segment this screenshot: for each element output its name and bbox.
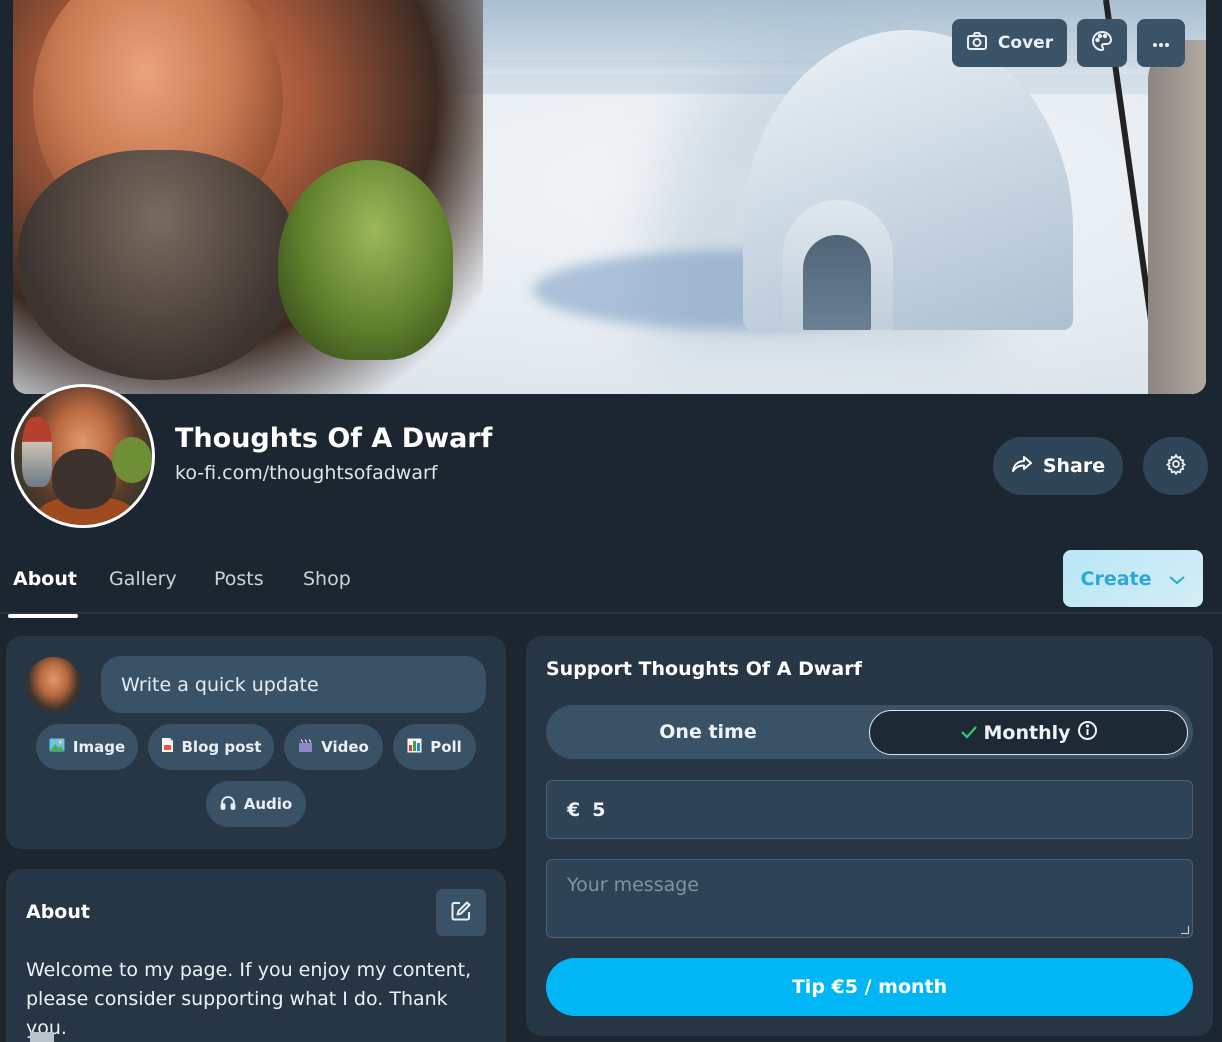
tab-posts[interactable]: Posts (214, 568, 264, 608)
tab-gallery[interactable]: Gallery (109, 568, 177, 608)
tab-shop[interactable]: Shop (303, 568, 351, 608)
quick-update-input[interactable]: Write a quick update (101, 656, 486, 713)
settings-button[interactable] (1143, 437, 1208, 495)
tip-button[interactable]: Tip €5 / month (546, 958, 1193, 1016)
avatar (26, 657, 81, 712)
message-textarea[interactable]: Your message (546, 859, 1193, 938)
add-image-button[interactable]: Image (36, 724, 138, 770)
edit-icon (450, 900, 472, 926)
add-blog-post-button[interactable]: Blog post (148, 724, 274, 770)
amount-input[interactable]: € 5 (546, 780, 1193, 839)
amount-value: 5 (592, 798, 606, 821)
currency-symbol: € (567, 798, 581, 821)
tabs-divider (0, 612, 1222, 614)
chip-label: Video (321, 738, 369, 756)
about-text: Welcome to my page. If you enjoy my cont… (26, 959, 472, 1039)
chip-label: Image (72, 738, 126, 756)
add-poll-button[interactable]: Poll (393, 724, 476, 770)
share-label: Share (1042, 455, 1106, 477)
create-label: Create (1080, 567, 1152, 590)
chevron-down-icon (1168, 568, 1186, 590)
support-title: Support Thoughts Of A Dwarf (546, 658, 862, 680)
more-options-button[interactable] (1137, 19, 1185, 67)
info-icon[interactable] (1077, 720, 1098, 746)
monthly-label: Monthly (983, 721, 1071, 744)
chip-label: Poll (430, 738, 462, 756)
clapperboard-icon (298, 738, 313, 757)
add-video-button[interactable]: Video (284, 724, 383, 770)
check-icon (960, 722, 978, 744)
resize-handle[interactable] (1181, 926, 1189, 934)
more-horizontal-icon (1152, 33, 1170, 53)
tab-about[interactable]: About (13, 568, 77, 608)
gear-icon (1165, 453, 1187, 479)
document-icon (161, 737, 174, 757)
profile-name: Thoughts Of A Dwarf (175, 423, 493, 454)
palette-icon (1091, 30, 1113, 57)
cover-button-label: Cover (997, 33, 1054, 53)
about-title: About (26, 901, 90, 923)
create-button[interactable]: Create (1063, 550, 1203, 607)
profile-url[interactable]: ko-fi.com/thoughtsofadwarf (175, 462, 437, 484)
active-tab-indicator (8, 614, 78, 618)
share-arrow-icon (1011, 455, 1033, 478)
theme-button[interactable] (1077, 19, 1127, 67)
change-cover-button[interactable]: Cover (952, 19, 1067, 67)
one-time-option[interactable]: One time (546, 705, 870, 759)
headphones-icon (220, 795, 236, 814)
bar-chart-icon (407, 738, 422, 757)
add-audio-button[interactable]: Audio (206, 781, 306, 827)
chip-label: Blog post (181, 738, 262, 756)
message-placeholder: Your message (567, 874, 699, 896)
camera-icon (966, 31, 988, 56)
chip-label: Audio (243, 795, 293, 813)
image-icon (49, 738, 65, 756)
share-button[interactable]: Share (993, 437, 1123, 495)
image-icon (30, 1032, 54, 1042)
edit-about-button[interactable] (436, 889, 486, 936)
monthly-option[interactable]: Monthly (869, 710, 1188, 755)
profile-avatar[interactable] (11, 384, 155, 528)
